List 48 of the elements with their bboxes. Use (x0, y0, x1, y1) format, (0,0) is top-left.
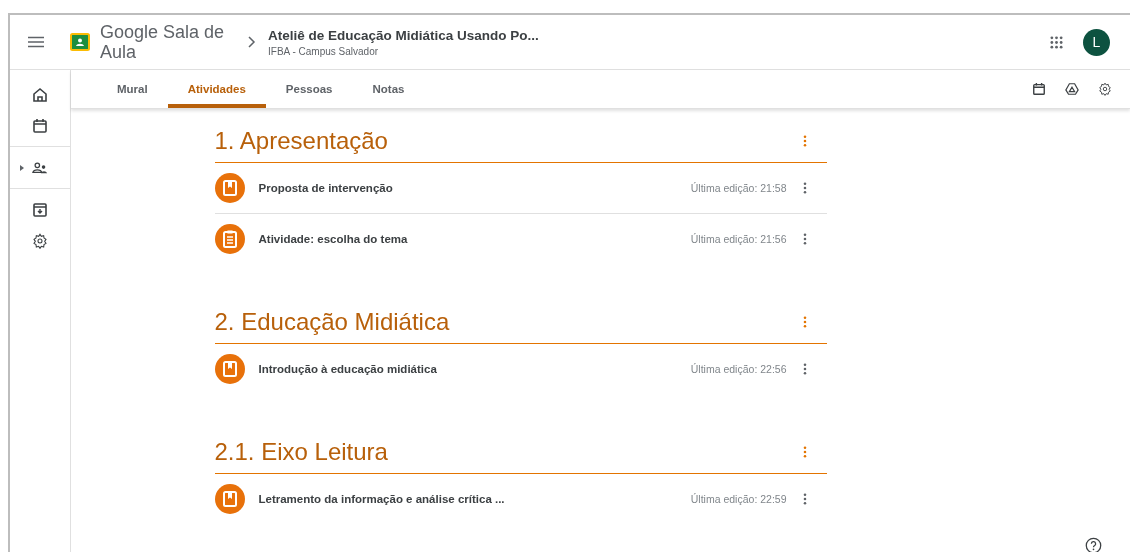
calendar-icon[interactable] (1032, 82, 1046, 96)
topic-title: 2.1. Eixo Leitura (214, 438, 388, 466)
home-icon[interactable] (32, 87, 48, 103)
settings-icon[interactable] (32, 233, 48, 249)
calendar-icon[interactable] (32, 118, 48, 134)
menu-icon[interactable] (28, 36, 44, 48)
help-icon[interactable] (1085, 537, 1102, 552)
app-name[interactable]: Google Sala de Aula (100, 22, 240, 62)
classwork-item[interactable]: Introdução à educação midiática Última edição: 22:56 (214, 344, 827, 394)
item-title: Introdução à educação midiática (258, 363, 438, 375)
drive-icon[interactable] (1065, 82, 1079, 96)
tab[interactable]: Atividades (167, 70, 266, 108)
avatar[interactable]: L (1083, 28, 1110, 56)
last-edited-time: Última edição: 21:56 (690, 233, 787, 245)
classwork-item[interactable]: Atividade: escolha do tema Última edição: 21:56 (214, 214, 827, 264)
more-options-icon[interactable] (802, 233, 807, 245)
course-subtitle: IFBA - Campus Salvador (268, 45, 380, 57)
expand-arrow-icon[interactable] (20, 165, 24, 171)
topic-title: 2. Educação Midiática (214, 308, 450, 336)
item-title: Proposta de intervenção (258, 182, 394, 194)
chevron-right-icon (248, 36, 256, 48)
classwork-item[interactable]: Proposta de intervenção Última edição: 21:58 (214, 163, 827, 214)
classroom-logo-icon[interactable] (70, 33, 90, 51)
topic-title: 1. Apresentação (214, 127, 388, 155)
classwork-item[interactable]: Letramento da informação e análise crítica ... Última edição: 22:59 (214, 474, 827, 524)
tab[interactable]: Mural (97, 70, 168, 108)
item-title: Letramento da informação e análise crítica ... (258, 493, 506, 505)
item-title: Atividade: escolha do tema (258, 233, 409, 245)
last-edited-time: Última edição: 21:58 (690, 182, 787, 194)
material-book-icon (214, 484, 245, 514)
last-edited-time: Última edição: 22:56 (690, 363, 787, 375)
apps-grid-icon[interactable] (1050, 35, 1063, 49)
more-options-icon[interactable] (802, 316, 807, 328)
more-options-icon[interactable] (802, 446, 807, 458)
people-icon[interactable] (32, 160, 48, 176)
material-book-icon (214, 354, 245, 384)
more-options-icon[interactable] (802, 182, 807, 194)
archive-icon[interactable] (32, 202, 48, 218)
tab[interactable]: Pessoas (265, 70, 353, 108)
assignment-clipboard-icon (214, 224, 245, 254)
material-book-icon (214, 173, 245, 203)
settings-icon[interactable] (1098, 82, 1112, 96)
more-options-icon[interactable] (802, 135, 807, 147)
more-options-icon[interactable] (802, 363, 807, 375)
tab[interactable]: Notas (352, 70, 425, 108)
course-title[interactable]: Ateliê de Educação Midiática Usando Po... (268, 27, 539, 43)
last-edited-time: Última edição: 22:59 (690, 493, 787, 505)
more-options-icon[interactable] (802, 493, 807, 505)
